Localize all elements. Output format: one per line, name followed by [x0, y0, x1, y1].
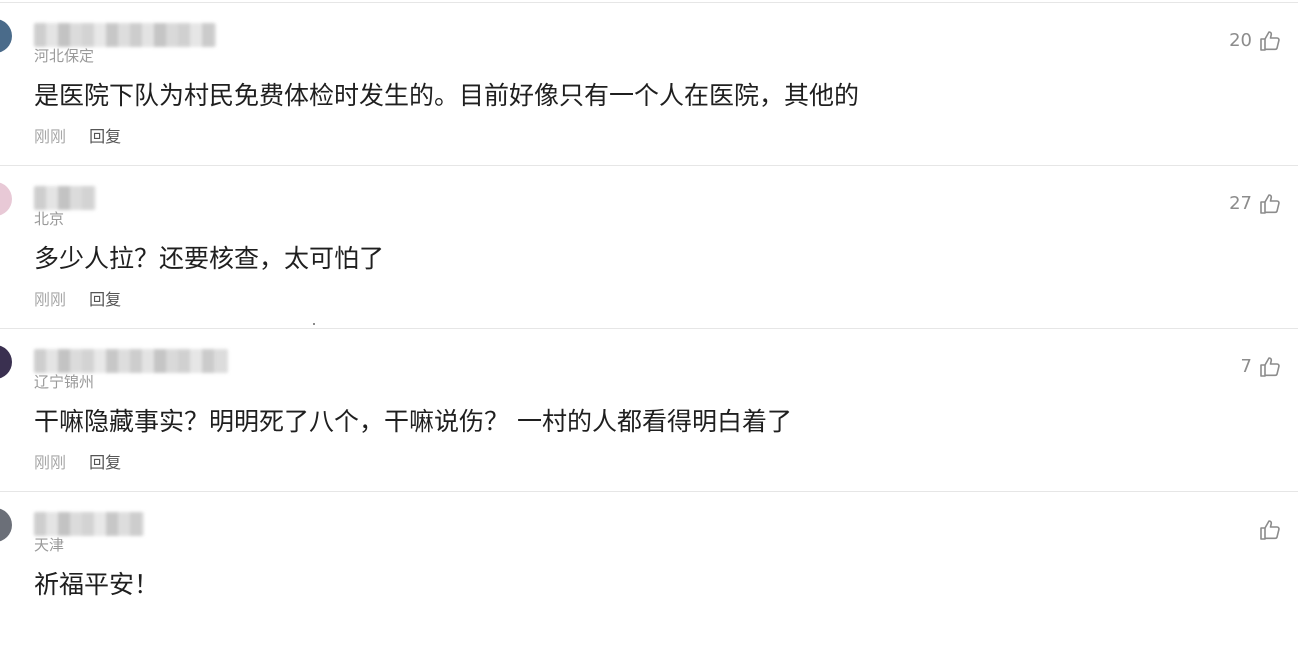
like-count: 20	[1229, 30, 1252, 51]
comment-time: 刚刚	[34, 290, 67, 309]
comment-location: 北京	[34, 210, 65, 228]
comment-meta: 刚刚 回复	[34, 453, 121, 473]
avatar[interactable]	[0, 182, 12, 216]
reply-button[interactable]: 回复	[89, 453, 121, 472]
thumbs-up-icon	[1260, 194, 1280, 214]
comment-text: 是医院下队为村民免费体检时发生的。目前好像只有一个人在医院，其他的	[34, 81, 860, 110]
comment-time: 刚刚	[34, 127, 67, 146]
thumbs-up-icon	[1260, 520, 1280, 540]
comment-list: 河北保定 是医院下队为村民免费体检时发生的。目前好像只有一个人在医院，其他的 刚…	[0, 0, 1298, 610]
comment-text: 干嘛隐藏事实？明明死了八个，干嘛说伤？ 一村的人都看得明白着了	[34, 407, 792, 436]
avatar[interactable]	[0, 508, 12, 542]
comment-location: 天津	[34, 536, 65, 554]
thumbs-up-icon	[1260, 357, 1280, 377]
reply-button[interactable]: 回复	[89, 127, 121, 146]
username-blurred[interactable]	[34, 23, 216, 47]
like-button[interactable]	[1252, 518, 1282, 542]
comment-text: 祈福平安！	[34, 570, 160, 599]
comment-location: 河北保定	[34, 47, 95, 65]
like-count: 27	[1229, 193, 1252, 214]
thumbs-up-icon	[1260, 31, 1280, 51]
like-button[interactable]: 7	[1241, 355, 1282, 379]
comment-meta: 刚刚 回复	[34, 127, 121, 147]
avatar[interactable]	[0, 19, 12, 53]
username-blurred[interactable]	[34, 186, 96, 210]
stray-dot	[313, 323, 315, 325]
like-button[interactable]: 20	[1229, 29, 1282, 53]
comment-item: 河北保定 是医院下队为村民免费体检时发生的。目前好像只有一个人在医院，其他的 刚…	[0, 2, 1298, 165]
username-blurred[interactable]	[34, 512, 144, 536]
comment-item: 辽宁锦州 干嘛隐藏事实？明明死了八个，干嘛说伤？ 一村的人都看得明白着了 刚刚 …	[0, 328, 1298, 491]
comment-text: 多少人拉？还要核查，太可怕了	[34, 244, 385, 273]
avatar[interactable]	[0, 345, 12, 379]
comment-meta: 刚刚 回复	[34, 290, 121, 310]
comment-item: 北京 多少人拉？还要核查，太可怕了 刚刚 回复 27	[0, 165, 1298, 328]
like-count: 7	[1240, 356, 1252, 377]
comment-time: 刚刚	[34, 453, 67, 472]
username-blurred[interactable]	[34, 349, 228, 373]
comment-location: 辽宁锦州	[34, 373, 95, 391]
comment-item: 天津 祈福平安！	[0, 491, 1298, 654]
like-button[interactable]: 27	[1229, 192, 1282, 216]
reply-button[interactable]: 回复	[89, 290, 121, 309]
